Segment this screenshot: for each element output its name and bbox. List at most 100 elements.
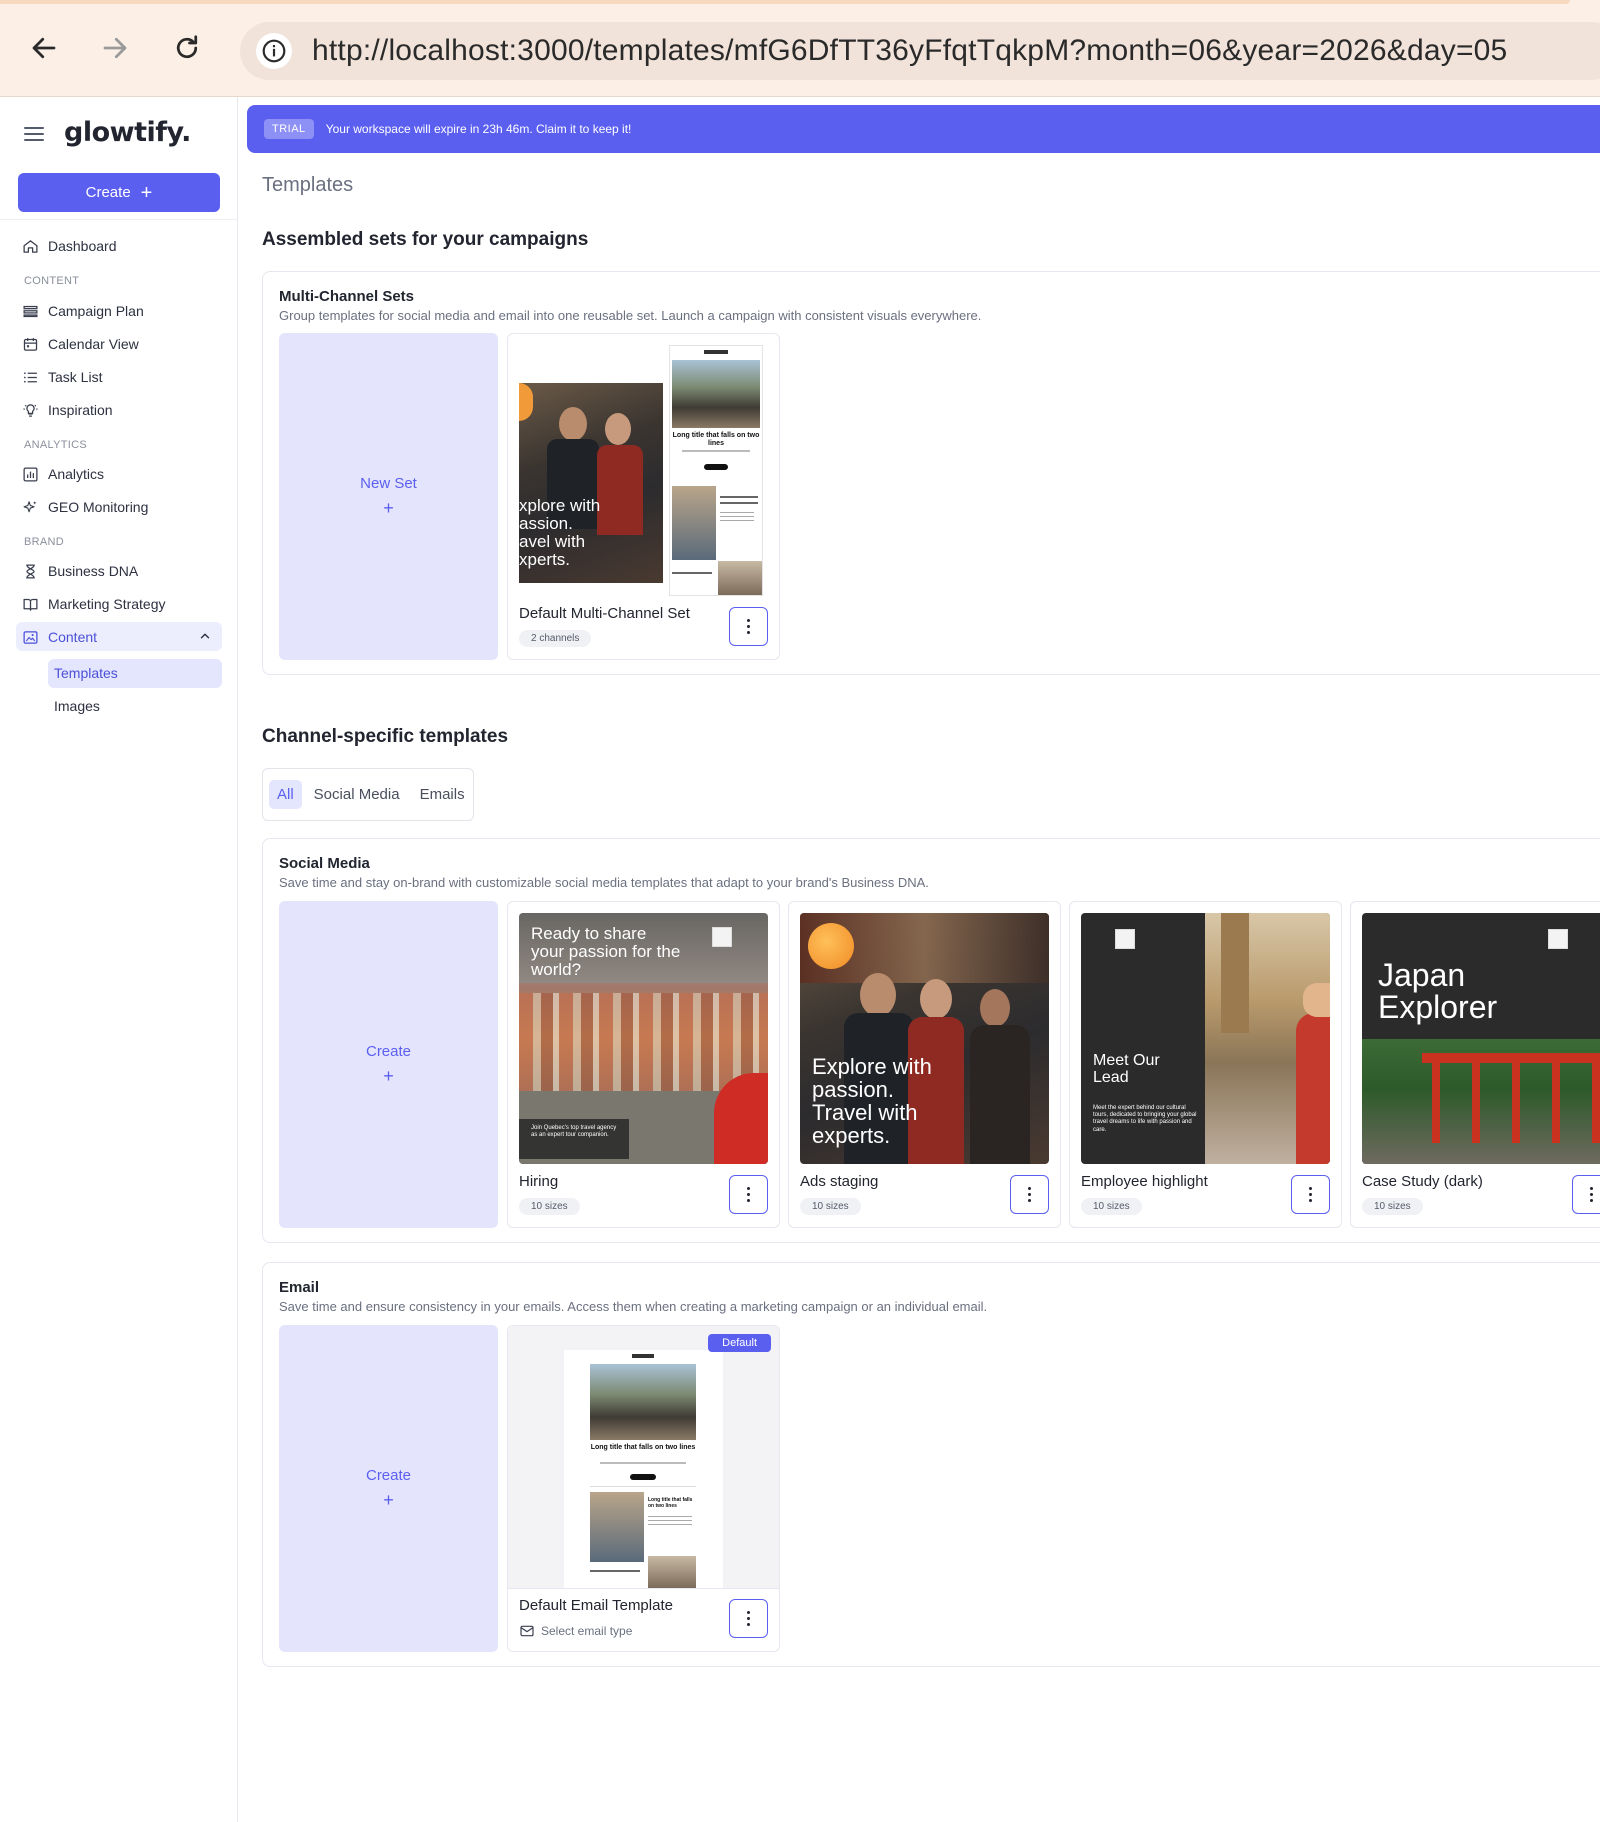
ads-staging-headline: Explore with passion. Travel with expert… [812,1054,932,1149]
email-thumb-subheadline: Long title that falls on two lines [648,1497,693,1509]
image-gallery-icon [23,630,38,644]
social-template-card[interactable]: Meet Our Lead Meet the expert behind our… [1069,901,1342,1228]
more-options-button[interactable] [729,607,768,646]
url-text[interactable]: http://localhost:3000/templates/mfG6DfTT… [312,34,1507,68]
main-content: TRIAL Your workspace will expire in 23h … [239,97,1600,1822]
card-name: Ads staging [800,1173,879,1190]
sidebar: glowtify. Create + Dashboard CONTENT Cam… [0,97,238,1822]
kebab-icon [747,1186,750,1204]
multichannel-title: Multi-Channel Sets [279,288,415,305]
card-badge: 10 sizes [519,1198,580,1215]
lightbulb-icon [23,403,38,417]
info-icon [262,39,286,63]
channel-heading: Channel-specific templates [262,726,509,747]
email-description: Save time and ensure consistency in your… [279,1299,988,1314]
new-set-button[interactable]: New Set + [279,333,498,660]
sidebar-item-label: Business DNA [48,563,139,579]
kebab-icon [1590,1186,1593,1204]
email-type-label: Select email type [541,1624,633,1638]
social-title: Social Media [279,855,370,872]
more-options-button[interactable] [1010,1175,1049,1214]
sidebar-item-label: Calendar View [48,336,139,352]
card-name: Case Study (dark) [1362,1173,1483,1190]
sidebar-item-geo-monitoring[interactable]: GEO Monitoring [22,496,148,518]
site-info-button[interactable] [256,33,292,69]
more-options-button[interactable] [1572,1175,1600,1214]
create-email-template-button[interactable]: Create + [279,1325,498,1652]
more-options-button[interactable] [729,1175,768,1214]
card-name: Default Email Template [519,1597,673,1614]
browser-toolbar: http://localhost:3000/templates/mfG6DfTT… [0,0,1600,97]
multichannel-set-card[interactable]: xplore with assion. avel with xperts. Lo… [507,333,780,660]
new-set-label: New Set [360,474,417,492]
sidebar-item-business-dna[interactable]: Business DNA [22,560,138,582]
email-thumbnail-bg: Long title that falls on two lines Long … [508,1326,779,1588]
sidebar-item-task-list[interactable]: Task List [22,366,102,388]
bar-chart-icon [23,466,38,482]
sidebar-item-content[interactable]: Content [22,626,97,648]
sets-heading: Assembled sets for your campaigns [262,229,589,250]
plus-icon: + [383,1489,394,1510]
ads-staging-thumbnail: Explore with passion. Travel with expert… [800,913,1049,1164]
reload-icon [176,35,198,59]
section-label-brand: BRAND [24,536,65,548]
tab-all[interactable]: All [269,780,302,809]
sidebar-item-label: Content [48,629,98,645]
reload-button[interactable] [167,28,207,68]
layers-icon [23,305,38,317]
create-button[interactable]: Create + [18,173,220,212]
back-button[interactable] [24,28,64,68]
sidebar-item-label: GEO Monitoring [48,499,149,515]
sidebar-item-inspiration[interactable]: Inspiration [22,399,113,421]
sidebar-item-marketing-strategy[interactable]: Marketing Strategy [22,593,166,615]
sidebar-item-dashboard[interactable]: Dashboard [22,235,117,257]
card-badge: 10 sizes [1081,1198,1142,1215]
emoji-sticker-icon [808,923,854,969]
sidebar-item-campaign-plan[interactable]: Campaign Plan [22,300,144,322]
home-icon [23,239,38,253]
sidebar-item-label: Marketing Strategy [48,596,166,612]
email-preview-headline: Long title that falls on two lines [672,432,760,447]
card-name: Default Multi-Channel Set [519,605,690,622]
sidebar-item-label: Dashboard [48,238,117,254]
menu-icon[interactable] [24,127,44,143]
card-badge: 10 sizes [800,1198,861,1215]
multichannel-description: Group templates for social media and ema… [279,308,982,323]
employee-headline: Meet Our Lead [1093,1052,1160,1086]
case-study-headline: Japan Explorer [1378,957,1498,1025]
list-icon [23,371,37,383]
tab-emails[interactable]: Emails [412,780,473,809]
sidebar-divider [0,219,238,220]
more-options-button[interactable] [729,1599,768,1638]
social-template-card[interactable]: Ready to share your passion for the worl… [507,901,780,1228]
card-badge: 2 channels [519,630,592,647]
case-study-thumbnail: Japan Explorer [1362,913,1600,1164]
calendar-icon [23,337,38,351]
create-social-template-button[interactable]: Create + [279,901,498,1228]
email-type-selector[interactable]: Select email type [519,1623,632,1639]
sidebar-subitem-templates[interactable]: Templates [48,659,222,688]
email-template-card[interactable]: Long title that falls on two lines Long … [507,1325,780,1652]
more-options-button[interactable] [1291,1175,1330,1214]
chevron-up-icon[interactable] [198,629,212,643]
sidebar-item-analytics[interactable]: Analytics [22,463,104,485]
tab-social-media[interactable]: Social Media [306,780,408,809]
card-name: Hiring [519,1173,559,1190]
arrow-right-icon [103,37,127,59]
logo: glowtify. [64,117,191,148]
address-bar[interactable]: http://localhost:3000/templates/mfG6DfTT… [240,22,1600,80]
avatar-placeholder-icon [1115,929,1135,949]
employee-caption: Meet the expert behind our cultural tour… [1093,1105,1197,1133]
sidebar-item-label: Analytics [48,466,105,482]
avatar-placeholder-icon [712,927,732,947]
social-template-card[interactable]: Explore with passion. Travel with expert… [788,901,1061,1228]
email-panel: Email Save time and ensure consistency i… [262,1262,1600,1667]
trial-message: Your workspace will expire in 23h 46m. C… [325,122,632,136]
sidebar-subitem-images[interactable]: Images [48,692,222,721]
avatar-placeholder-icon [1548,929,1568,949]
social-template-card[interactable]: Japan Explorer Case Study (dark) 10 size… [1350,901,1600,1228]
sidebar-item-calendar-view[interactable]: Calendar View [22,333,139,355]
book-open-icon [23,598,38,611]
section-label-content: CONTENT [24,275,80,287]
forward-button[interactable] [95,28,135,68]
